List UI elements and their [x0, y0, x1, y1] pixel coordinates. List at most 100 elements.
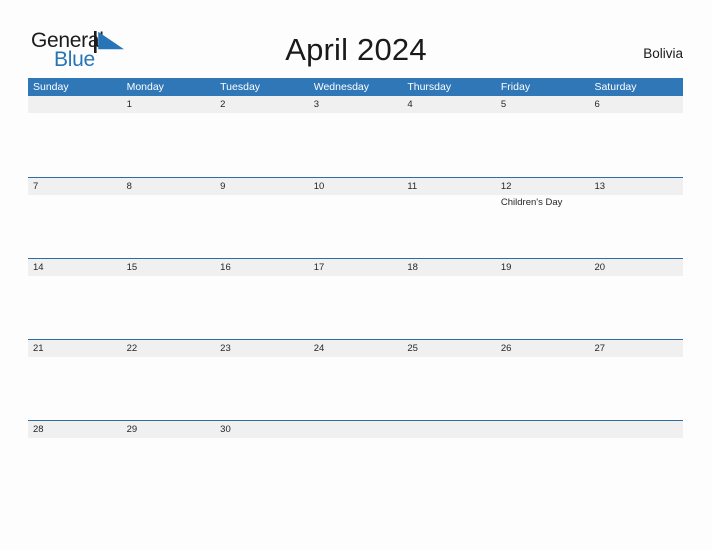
week-event-band: [28, 438, 683, 502]
day-number[interactable]: 26: [496, 340, 590, 357]
day-cell[interactable]: [28, 195, 122, 259]
day-number[interactable]: 1: [122, 96, 216, 113]
day-number[interactable]: 9: [215, 178, 309, 195]
calendar-page: General Blue April 2024 Bolivia Sunday M…: [0, 0, 712, 550]
day-number[interactable]: 30: [215, 421, 309, 438]
day-cell[interactable]: [402, 195, 496, 259]
day-cell[interactable]: [402, 438, 496, 502]
day-cell[interactable]: Children's Day: [496, 195, 590, 259]
day-cell[interactable]: [28, 113, 122, 177]
day-number[interactable]: 17: [309, 259, 403, 276]
day-number[interactable]: 21: [28, 340, 122, 357]
day-cell[interactable]: [28, 276, 122, 340]
week-event-band: [28, 113, 683, 177]
week-event-band: [28, 276, 683, 340]
day-cell[interactable]: [496, 113, 590, 177]
day-cell[interactable]: [402, 113, 496, 177]
day-number[interactable]: 19: [496, 259, 590, 276]
calendar-week-row: 123456: [28, 96, 683, 177]
day-cell[interactable]: [215, 438, 309, 502]
day-number[interactable]: 8: [122, 178, 216, 195]
day-number[interactable]: 6: [589, 96, 683, 113]
day-cell[interactable]: [215, 113, 309, 177]
day-cell[interactable]: [215, 195, 309, 259]
day-event: Children's Day: [500, 197, 563, 208]
day-cell[interactable]: [496, 276, 590, 340]
day-cell[interactable]: [309, 195, 403, 259]
day-number[interactable]: 7: [28, 178, 122, 195]
country-label: Bolivia: [643, 46, 683, 61]
day-number[interactable]: 13: [589, 178, 683, 195]
day-number-empty: [496, 421, 590, 438]
day-cell[interactable]: [402, 357, 496, 421]
day-cell[interactable]: [496, 357, 590, 421]
day-cell[interactable]: [589, 357, 683, 421]
day-number[interactable]: 5: [496, 96, 590, 113]
week-date-band: 28 29 30: [28, 421, 683, 438]
day-number[interactable]: 11: [402, 178, 496, 195]
day-cell[interactable]: [496, 438, 590, 502]
weekday-header-saturday: Saturday: [594, 81, 637, 93]
day-number[interactable]: 12: [496, 178, 590, 195]
day-number[interactable]: 3: [309, 96, 403, 113]
day-cell[interactable]: [589, 438, 683, 502]
day-cell[interactable]: [589, 113, 683, 177]
day-cell[interactable]: [215, 276, 309, 340]
day-number-empty: [309, 421, 403, 438]
day-cell[interactable]: [122, 357, 216, 421]
weekday-header-tuesday: Tuesday: [220, 81, 261, 93]
day-number-empty: [28, 96, 122, 113]
day-cell[interactable]: [589, 276, 683, 340]
day-cell[interactable]: [309, 357, 403, 421]
day-cell[interactable]: [28, 357, 122, 421]
day-number-empty: [402, 421, 496, 438]
day-number[interactable]: 29: [122, 421, 216, 438]
day-cell[interactable]: [309, 438, 403, 502]
week-date-band: 21 22 23 24 25 26 27: [28, 340, 683, 357]
day-number[interactable]: 23: [215, 340, 309, 357]
day-number[interactable]: 24: [309, 340, 403, 357]
day-number[interactable]: 22: [122, 340, 216, 357]
day-cell[interactable]: [402, 276, 496, 340]
week-date-band: 7 8 9 10 11 12 13: [28, 178, 683, 195]
day-number[interactable]: 14: [28, 259, 122, 276]
calendar-week-row: 28 29 30: [28, 420, 683, 502]
weekday-header-sunday: Sunday: [33, 81, 69, 93]
weekday-header-wednesday: Wednesday: [313, 81, 369, 93]
day-number[interactable]: 2: [215, 96, 309, 113]
day-cell[interactable]: [122, 276, 216, 340]
day-cell[interactable]: [122, 438, 216, 502]
day-cell[interactable]: [589, 195, 683, 259]
day-number[interactable]: 15: [122, 259, 216, 276]
day-number[interactable]: 25: [402, 340, 496, 357]
day-cell[interactable]: [309, 113, 403, 177]
day-cell[interactable]: [215, 357, 309, 421]
day-cell[interactable]: [122, 113, 216, 177]
day-cell[interactable]: [309, 276, 403, 340]
week-event-band: [28, 357, 683, 421]
weekday-header-thursday: Thursday: [407, 81, 452, 93]
page-header: General Blue April 2024 Bolivia: [0, 0, 712, 78]
month-calendar-grid: Sunday Monday Tuesday Wednesday Thursday…: [28, 78, 683, 502]
calendar-week-row: 14 15 16 17 18 19 20: [28, 258, 683, 340]
day-cell[interactable]: [28, 438, 122, 502]
calendar-week-row: 21 22 23 24 25 26 27: [28, 339, 683, 421]
weekday-header-monday: Monday: [126, 81, 164, 93]
week-date-band: 14 15 16 17 18 19 20: [28, 259, 683, 276]
day-number[interactable]: 27: [589, 340, 683, 357]
calendar-weeks: 1 2 3 4 5 6 7 8 9 10 11 12 13 Children's Day 14 15 16 17 1…: [28, 96, 683, 502]
day-number[interactable]: 4: [402, 96, 496, 113]
page-title: April 2024: [285, 32, 427, 67]
day-cell[interactable]: [122, 195, 216, 259]
week-date-band: 123456: [28, 96, 683, 113]
day-number[interactable]: 28: [28, 421, 122, 438]
day-number[interactable]: 20: [589, 259, 683, 276]
day-number[interactable]: 16: [215, 259, 309, 276]
weekday-header-friday: Friday: [500, 81, 531, 93]
week-event-band: Children's Day: [28, 195, 683, 259]
calendar-week-row: 7 8 9 10 11 12 13 Children's Day: [28, 177, 683, 259]
day-number[interactable]: 10: [309, 178, 403, 195]
day-number-empty: [589, 421, 683, 438]
weekday-header-row: Sunday Monday Tuesday Wednesday Thursday…: [28, 78, 683, 96]
day-number[interactable]: 18: [402, 259, 496, 276]
